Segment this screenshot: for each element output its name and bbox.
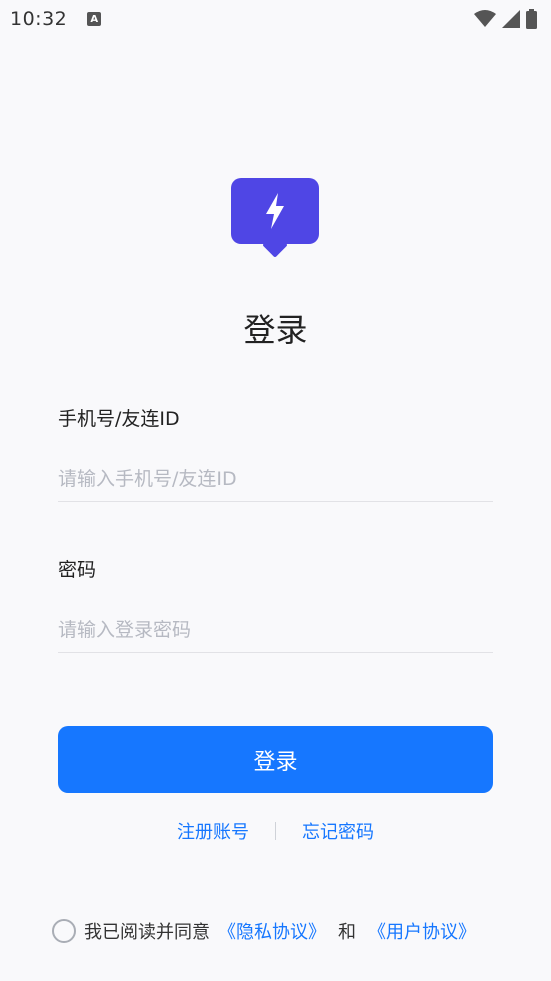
agreement-text: 我已阅读并同意	[84, 922, 210, 943]
status-time: 10:32	[10, 8, 68, 30]
password-field-label: 密码	[58, 559, 97, 581]
status-bar: 10:32 A	[0, 0, 551, 38]
status-icons	[474, 9, 537, 29]
password-input[interactable]	[58, 607, 493, 653]
lightning-bolt-icon	[266, 193, 284, 229]
link-divider	[275, 822, 276, 840]
phone-field-label: 手机号/友连ID	[58, 408, 180, 430]
agreement-row: 我已阅读并同意 《隐私协议》 和 《用户协议》	[52, 916, 476, 946]
page-title: 登录	[243, 311, 308, 349]
logo-box	[231, 178, 319, 244]
agreement-and: 和	[338, 922, 356, 943]
battery-icon	[526, 9, 537, 29]
register-link[interactable]: 注册账号	[177, 818, 249, 844]
wifi-icon	[474, 10, 496, 27]
app-logo	[231, 178, 319, 258]
user-agreement-link[interactable]: 《用户协议》	[368, 918, 476, 944]
privacy-policy-link[interactable]: 《隐私协议》	[218, 918, 326, 944]
agreement-radio[interactable]	[52, 919, 76, 943]
login-button[interactable]: 登录	[58, 726, 493, 793]
notification-icon: A	[87, 12, 102, 26]
phone-input[interactable]	[58, 456, 493, 502]
auth-links: 注册账号 忘记密码	[0, 817, 551, 845]
forgot-password-link[interactable]: 忘记密码	[302, 818, 374, 844]
signal-icon	[502, 10, 520, 28]
